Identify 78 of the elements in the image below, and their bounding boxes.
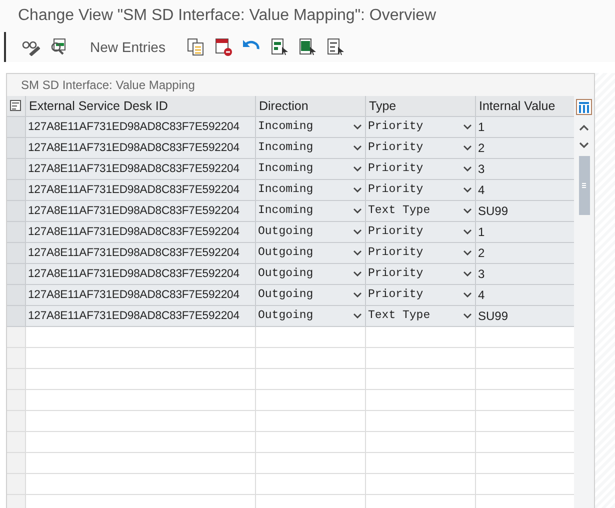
table-cell-text: 127A8E11AF731ED98AD8C83F7E592204 [28, 288, 240, 303]
caret-icon[interactable] [353, 271, 362, 277]
delete-row-icon[interactable] [215, 38, 234, 56]
table-cell-text: 127A8E11AF731ED98AD8C83F7E592204 [28, 204, 240, 219]
type-dropdown[interactable]: Priority [365, 117, 475, 137]
column-settings-icon[interactable] [576, 99, 592, 115]
caret-icon[interactable] [463, 166, 472, 172]
table-cell-text: 127A8E11AF731ED98AD8C83F7E592204 [28, 182, 240, 198]
column-header[interactable]: Type [369, 96, 396, 116]
caret-icon[interactable] [353, 145, 362, 151]
caret-icon[interactable] [353, 313, 362, 319]
caret-icon[interactable] [353, 292, 362, 298]
table-cell-text: 3 [478, 266, 485, 283]
caret-icon[interactable] [353, 124, 362, 130]
table-cell-text: 127A8E11AF731ED98AD8C83F7E592204 [28, 246, 240, 261]
table-cell-text: 2 [478, 245, 485, 262]
table-cell-text: 127A8E11AF731ED98AD8C83F7E592204 [28, 308, 240, 324]
type-dropdown[interactable]: Priority [365, 264, 475, 284]
caret-icon[interactable] [463, 208, 472, 214]
type-dropdown[interactable]: Priority [365, 222, 475, 242]
table-title: SM SD Interface: Value Mapping [21, 77, 195, 94]
type-dropdown[interactable]: Priority [365, 159, 475, 179]
direction-dropdown[interactable]: Outgoing [255, 264, 365, 284]
scroll-down-icon[interactable] [579, 142, 589, 149]
layout-icon[interactable] [10, 100, 22, 112]
direction-dropdown[interactable]: Incoming [255, 159, 365, 179]
caret-icon[interactable] [463, 229, 472, 235]
table-cell-text: 127A8E11AF731ED98AD8C83F7E592204 [28, 224, 240, 240]
table-cell-text: 4 [478, 287, 485, 304]
table-cell-text: 127A8E11AF731ED98AD8C83F7E592204 [28, 120, 240, 135]
column-header[interactable]: Direction [259, 96, 308, 116]
direction-dropdown[interactable]: Outgoing [255, 222, 365, 242]
scrollbar-thumb[interactable] [578, 156, 590, 215]
table-cell-text: SU99 [478, 203, 508, 220]
table-cell-text: 127A8E11AF731ED98AD8C83F7E592204 [28, 266, 240, 282]
direction-dropdown[interactable]: Outgoing [255, 285, 365, 305]
table-cell-text: 1 [478, 119, 485, 136]
type-dropdown[interactable]: Priority [365, 285, 475, 305]
direction-dropdown[interactable]: Incoming [255, 117, 365, 137]
caret-icon[interactable] [353, 208, 362, 214]
direction-dropdown[interactable]: Incoming [255, 138, 365, 158]
new-entries-button[interactable]: New Entries [78, 36, 178, 58]
direction-dropdown[interactable]: Incoming [255, 201, 365, 221]
caret-icon[interactable] [353, 187, 362, 193]
caret-icon[interactable] [353, 229, 362, 235]
caret-icon[interactable] [463, 145, 472, 151]
magnifier-icon[interactable] [50, 38, 68, 56]
caret-icon[interactable] [463, 250, 472, 256]
caret-icon[interactable] [353, 166, 362, 172]
deselect-all-icon[interactable] [327, 38, 346, 56]
scroll-up-icon[interactable] [579, 124, 589, 131]
table-cell-text: SU99 [478, 308, 508, 325]
caret-icon[interactable] [463, 187, 472, 193]
column-header[interactable]: Internal Value [479, 96, 556, 116]
caret-icon[interactable] [463, 313, 472, 319]
direction-dropdown[interactable]: Incoming [255, 180, 365, 200]
table-cell-text: 3 [478, 161, 485, 178]
table-cell-text: 127A8E11AF731ED98AD8C83F7E592204 [28, 162, 240, 177]
table-cell-text: 4 [478, 182, 485, 199]
copy-icon[interactable] [187, 38, 206, 56]
table-cell-text: 2 [478, 140, 485, 157]
column-header[interactable]: External Service Desk ID [29, 96, 168, 116]
type-dropdown[interactable]: Priority [365, 243, 475, 263]
type-dropdown[interactable]: Priority [365, 138, 475, 158]
caret-icon[interactable] [353, 250, 362, 256]
window-title: Change View "SM SD Interface: Value Mapping": Overview [18, 6, 436, 26]
direction-dropdown[interactable]: Outgoing [255, 243, 365, 263]
table-cell-text: 127A8E11AF731ED98AD8C83F7E592204 [28, 140, 240, 156]
type-dropdown[interactable]: Priority [365, 180, 475, 200]
select-block-icon[interactable] [299, 38, 318, 56]
caret-icon[interactable] [463, 124, 472, 130]
caret-icon[interactable] [463, 292, 472, 298]
direction-dropdown[interactable]: Outgoing [255, 306, 365, 326]
select-all-icon[interactable] [271, 38, 290, 56]
type-dropdown[interactable]: Text Type [365, 201, 475, 221]
type-dropdown[interactable]: Text Type [365, 306, 475, 326]
caret-icon[interactable] [463, 271, 472, 277]
table-cell-text: 1 [478, 224, 485, 241]
